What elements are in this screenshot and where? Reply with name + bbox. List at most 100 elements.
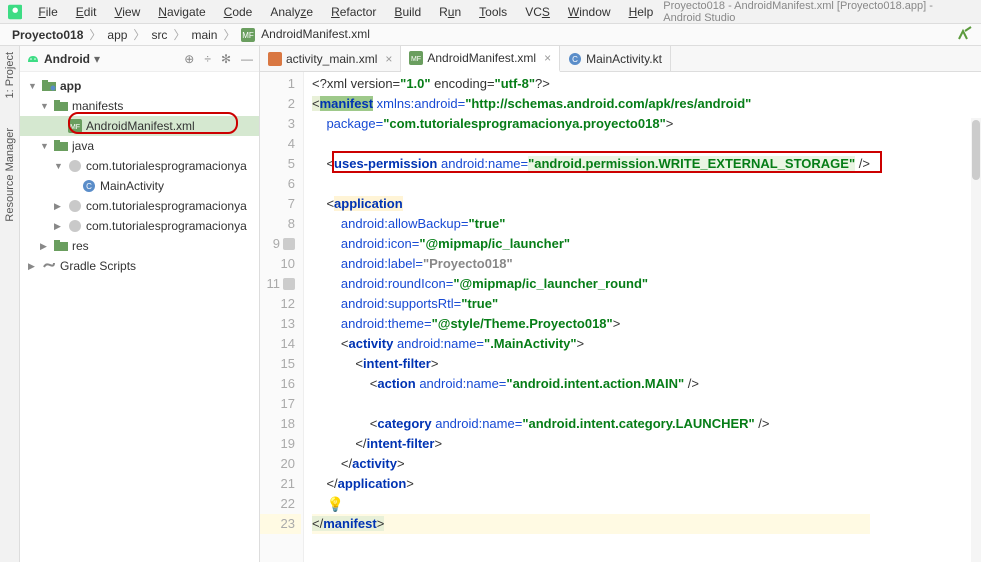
tree-manifests-folder[interactable]: ▼ manifests — [20, 96, 259, 116]
breadcrumb-project[interactable]: Proyecto018 — [8, 28, 87, 42]
tree-app-label: app — [60, 79, 81, 93]
close-tab-icon[interactable]: × — [385, 52, 392, 66]
module-folder-icon — [42, 79, 56, 93]
menu-build[interactable]: Build — [386, 3, 429, 21]
expand-arrow-icon: ▼ — [28, 81, 38, 91]
tree-pkg2-label: com.tutorialesprogramacionya — [86, 199, 247, 213]
line-number: 12 — [281, 294, 295, 314]
menu-navigate[interactable]: Navigate — [150, 3, 213, 21]
menu-code[interactable]: Code — [216, 3, 261, 21]
tree-mainactivity-file[interactable]: C MainActivity — [20, 176, 259, 196]
expand-arrow-icon: ▶ — [40, 241, 50, 252]
gutter: 1 2 3 4 5 6 7 8 9 10 11 12 13 14 15 16 1… — [260, 72, 304, 562]
breadcrumb-file[interactable]: MF AndroidManifest.xml — [237, 27, 373, 42]
svg-text:MF: MF — [243, 31, 255, 40]
chevron-right-icon: 〉 — [221, 26, 237, 43]
tree-mainactivity-label: MainActivity — [100, 179, 164, 193]
tab-androidmanifest[interactable]: MF AndroidManifest.xml × — [401, 46, 560, 72]
hide-panel-icon[interactable]: — — [241, 52, 253, 66]
line-number: 2 — [288, 94, 295, 114]
rail-resource-manager-tab[interactable]: Resource Manager — [4, 128, 16, 222]
left-rail: 1: Project Resource Manager — [0, 46, 20, 562]
menu-refactor[interactable]: Refactor — [323, 3, 384, 21]
gutter-image-icon[interactable] — [283, 238, 295, 250]
menu-help[interactable]: Help — [621, 3, 662, 21]
menu-view[interactable]: View — [106, 3, 148, 21]
expand-arrow-icon: ▼ — [40, 141, 50, 151]
tree-package-test1[interactable]: ▶ com.tutorialesprogramacionya — [20, 196, 259, 216]
code-content[interactable]: <?xml version="1.0" encoding="utf-8"?> <… — [304, 72, 870, 562]
line-number: 22 — [281, 494, 295, 514]
folder-icon — [54, 239, 68, 253]
kotlin-class-icon: C — [568, 52, 582, 66]
vertical-scrollbar[interactable] — [971, 118, 981, 562]
menu-file[interactable]: File — [30, 3, 65, 21]
android-icon — [26, 52, 40, 66]
collapse-icon[interactable]: ÷ — [204, 52, 211, 66]
package-icon — [68, 219, 82, 233]
android-studio-logo-icon — [8, 4, 22, 20]
line-number: 16 — [281, 374, 295, 394]
line-number: 13 — [281, 314, 295, 334]
breadcrumb-src[interactable]: src — [147, 28, 171, 42]
manifest-file-icon: MF — [409, 51, 423, 65]
menu-tools[interactable]: Tools — [471, 3, 515, 21]
svg-text:C: C — [86, 182, 92, 191]
line-number: 4 — [288, 134, 295, 154]
line-number: 18 — [281, 414, 295, 434]
breadcrumb-main[interactable]: main — [187, 28, 221, 42]
target-icon[interactable]: ⊕ — [184, 52, 194, 66]
tab-mainactivity[interactable]: C MainActivity.kt — [560, 46, 671, 71]
breadcrumb-bar: Proyecto018 〉 app 〉 src 〉 main 〉 MF Andr… — [0, 24, 981, 46]
folder-icon — [54, 139, 68, 153]
tree-gradle-scripts[interactable]: ▶ Gradle Scripts — [20, 256, 259, 276]
expand-arrow-icon: ▼ — [54, 161, 64, 171]
svg-text:MF: MF — [411, 56, 421, 63]
kotlin-class-icon: C — [82, 179, 96, 193]
tree-app-module[interactable]: ▼ app — [20, 76, 259, 96]
manifest-file-icon: MF — [241, 28, 255, 42]
editor-body[interactable]: 1 2 3 4 5 6 7 8 9 10 11 12 13 14 15 16 1… — [260, 72, 981, 562]
menu-edit[interactable]: Edit — [68, 3, 105, 21]
chevron-right-icon: 〉 — [131, 26, 147, 43]
tree-java-folder[interactable]: ▼ java — [20, 136, 259, 156]
tree-package-test2[interactable]: ▶ com.tutorialesprogramacionya — [20, 216, 259, 236]
tree-package-main[interactable]: ▼ com.tutorialesprogramacionya — [20, 156, 259, 176]
tree-res-folder[interactable]: ▶ res — [20, 236, 259, 256]
breadcrumb-app[interactable]: app — [103, 28, 131, 42]
expand-arrow-icon: ▼ — [40, 101, 50, 111]
line-number: 23 — [281, 514, 295, 534]
menu-window[interactable]: Window — [560, 3, 619, 21]
line-number: 11 — [267, 274, 281, 294]
package-icon — [68, 199, 82, 213]
build-tool-icon[interactable] — [957, 25, 973, 44]
rail-project-tab[interactable]: 1: Project — [4, 52, 16, 98]
project-view-dropdown[interactable]: Android — [44, 52, 90, 66]
menubar: File Edit View Navigate Code Analyze Ref… — [0, 0, 981, 24]
line-number: 10 — [281, 254, 295, 274]
chevron-right-icon: 〉 — [171, 26, 187, 43]
manifest-file-icon: MF — [68, 119, 82, 133]
menu-vcs[interactable]: VCS — [517, 3, 558, 21]
menu-analyze[interactable]: Analyze — [262, 3, 321, 21]
gear-icon[interactable]: ✻ — [221, 52, 231, 66]
gutter-image-icon[interactable] — [283, 278, 295, 290]
tree-manifest-file[interactable]: MF AndroidManifest.xml — [20, 116, 259, 136]
scrollbar-thumb[interactable] — [972, 120, 980, 180]
tab-label: MainActivity.kt — [586, 52, 662, 66]
dropdown-arrow-icon: ▾ — [94, 52, 100, 66]
line-number: 15 — [281, 354, 295, 374]
line-number: 19 — [281, 434, 295, 454]
window-title: Proyecto018 - AndroidManifest.xml [Proye… — [663, 0, 973, 24]
editor-area: activity_main.xml × MF AndroidManifest.x… — [260, 46, 981, 562]
folder-icon — [54, 99, 68, 113]
menu-run[interactable]: Run — [431, 3, 469, 21]
tab-label: activity_main.xml — [286, 52, 377, 66]
tab-activity-main[interactable]: activity_main.xml × — [260, 46, 401, 71]
tree-manifests-label: manifests — [72, 99, 123, 113]
line-number: 8 — [288, 214, 295, 234]
tab-label: AndroidManifest.xml — [427, 51, 536, 65]
close-tab-icon[interactable]: × — [544, 51, 551, 65]
line-number: 21 — [281, 474, 295, 494]
intention-bulb-icon[interactable]: 💡 — [326, 496, 343, 512]
